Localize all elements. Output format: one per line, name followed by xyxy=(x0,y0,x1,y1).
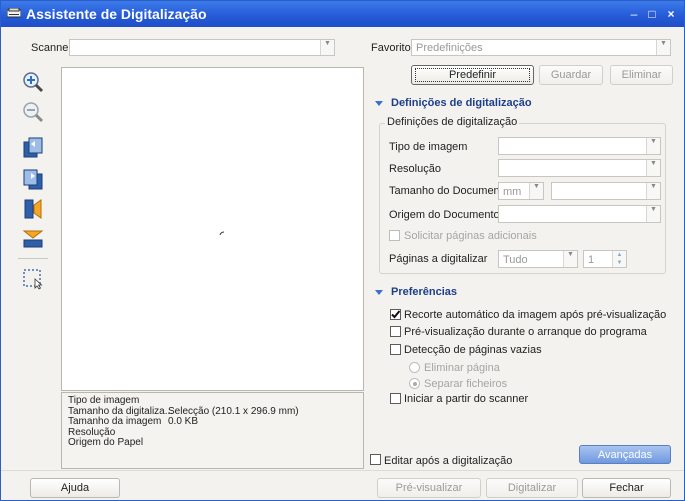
flip-horizontal-icon[interactable] xyxy=(21,197,45,221)
minimize-button[interactable]: – xyxy=(627,7,641,21)
spin-arrows-icon[interactable]: ▲ ▼ xyxy=(612,251,626,267)
guardar-button[interactable]: Guardar xyxy=(539,65,603,85)
editar-checkbox[interactable] xyxy=(370,454,381,465)
pre-visualizacao-label: Pré-visualização durante o arranque do p… xyxy=(404,326,647,338)
deteccao-label: Detecção de páginas vazias xyxy=(404,344,542,356)
favorites-select[interactable]: Predefinições ▼ xyxy=(411,39,671,56)
scanner-select[interactable]: ▼ xyxy=(69,39,335,56)
info-value: 0.0 KB xyxy=(168,416,199,427)
solicitar-paginas-label: Solicitar páginas adicionais xyxy=(404,230,537,242)
origem-documento-label: Origem do Documento xyxy=(389,209,500,221)
eliminar-button[interactable]: Eliminar xyxy=(610,65,673,85)
scanner-label: Scanner xyxy=(31,42,72,54)
avancadas-button[interactable]: Avançadas xyxy=(579,445,671,464)
chevron-down-icon: ▼ xyxy=(646,183,660,199)
chevron-down-icon: ▼ xyxy=(563,251,577,267)
collapse-arrow-icon xyxy=(375,100,383,106)
resolucao-select[interactable]: ▼ xyxy=(498,159,661,177)
info-label: Tamanho da imagem xyxy=(68,416,162,427)
chevron-down-icon: ▼ xyxy=(529,183,543,199)
chevron-down-icon: ▼ xyxy=(656,40,670,55)
tamanho-documento-select[interactable]: ▼ xyxy=(551,182,661,200)
close-button[interactable]: × xyxy=(664,7,678,21)
maximize-button[interactable]: □ xyxy=(645,7,659,21)
chevron-down-icon: ▼ xyxy=(646,160,660,176)
cursor-icon xyxy=(219,231,225,236)
info-value xyxy=(168,428,299,439)
zoom-in-icon[interactable] xyxy=(21,70,45,94)
paginas-number-stepper[interactable]: 1 ▲ ▼ xyxy=(583,250,627,268)
chevron-down-icon: ▼ xyxy=(646,138,660,154)
chevron-down-icon: ▼ xyxy=(320,40,334,55)
eliminar-pagina-label: Eliminar página xyxy=(424,362,500,374)
solicitar-paginas-checkbox[interactable] xyxy=(389,230,400,241)
info-value xyxy=(168,438,299,449)
preview-area[interactable] xyxy=(61,67,364,391)
preferences-header[interactable]: Preferências xyxy=(375,286,457,298)
recorte-label: Recorte automático da imagem após pré-vi… xyxy=(404,309,667,321)
eliminar-pagina-radio[interactable] xyxy=(409,362,420,373)
resolucao-label: Resolução xyxy=(389,163,441,175)
deteccao-checkbox[interactable] xyxy=(390,344,401,355)
scan-settings-header[interactable]: Definições de digitalização xyxy=(375,97,532,109)
rotate-right-icon[interactable] xyxy=(21,167,45,191)
chevron-down-icon: ▼ xyxy=(646,206,660,222)
select-area-icon[interactable] xyxy=(21,267,45,291)
scan-settings-group-title: Definições de digitalização xyxy=(385,116,520,128)
digitalizar-button[interactable]: Digitalizar xyxy=(486,478,578,498)
collapse-arrow-icon xyxy=(375,289,383,295)
toolbar-divider xyxy=(18,258,48,259)
window-title: Assistente de Digitalização xyxy=(26,6,207,22)
footer-divider xyxy=(1,470,684,471)
check-icon xyxy=(391,310,401,319)
info-label: Tipo de imagem xyxy=(68,395,140,406)
title-bar: Assistente de Digitalização – □ × xyxy=(1,1,684,27)
pre-visualizacao-checkbox[interactable] xyxy=(390,326,401,337)
pre-visualizar-button[interactable]: Pré-visualizar xyxy=(377,478,481,498)
image-info-panel: Tipo de imagem Tamanho da digitaliza... … xyxy=(61,392,364,469)
info-value xyxy=(168,396,299,407)
tamanho-documento-label: Tamanho do Documento xyxy=(389,185,509,197)
editar-label: Editar após a digitalização xyxy=(384,455,513,467)
iniciar-scanner-checkbox[interactable] xyxy=(390,393,401,404)
zoom-out-icon[interactable] xyxy=(21,100,45,124)
info-label: Origem do Papel xyxy=(68,437,144,448)
scanner-app-icon xyxy=(7,8,21,18)
fechar-button[interactable]: Fechar xyxy=(582,478,671,498)
tipo-imagem-label: Tipo de imagem xyxy=(389,141,468,153)
paginas-digitalizar-label: Páginas a digitalizar xyxy=(389,253,488,265)
recorte-checkbox[interactable] xyxy=(390,309,401,320)
paginas-select[interactable]: Tudo ▼ xyxy=(498,250,578,268)
tipo-imagem-select[interactable]: ▼ xyxy=(498,137,661,155)
scan-assistant-window: Assistente de Digitalização – □ × Scanne… xyxy=(0,0,685,501)
predefinir-button[interactable]: Predefinir xyxy=(411,65,534,85)
ajuda-button[interactable]: Ajuda xyxy=(30,478,120,498)
origem-documento-select[interactable]: ▼ xyxy=(498,205,661,223)
unit-select[interactable]: mm ▼ xyxy=(498,182,544,200)
separar-ficheiros-radio[interactable] xyxy=(409,378,420,389)
iniciar-scanner-label: Iniciar a partir do scanner xyxy=(404,393,529,405)
separar-ficheiros-label: Separar ficheiros xyxy=(424,378,508,390)
rotate-left-icon[interactable] xyxy=(21,135,45,159)
flip-vertical-icon[interactable] xyxy=(21,227,45,251)
